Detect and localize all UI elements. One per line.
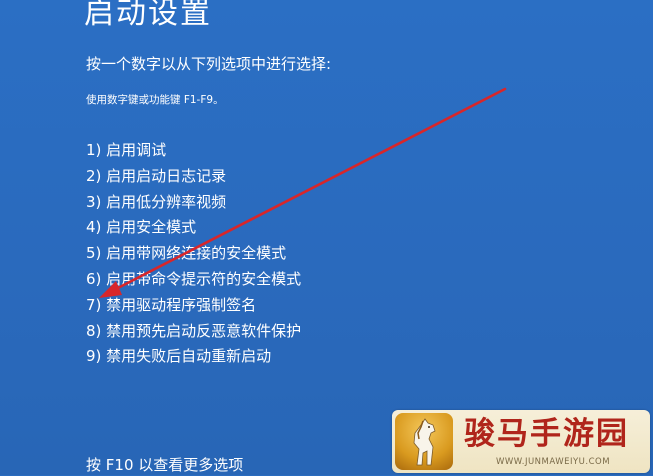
option-enable-low-resolution-video[interactable]: 3) 启用低分辨率视频 [86,190,301,216]
instruction-prompt: 按一个数字以从下列选项中进行选择: [86,55,332,73]
option-disable-early-launch-antimalware[interactable]: 8) 禁用预先启动反恶意软件保护 [86,319,301,345]
page-title: 启动设置 [84,0,212,31]
startup-options-list: 1) 启用调试 2) 启用启动日志记录 3) 启用低分辨率视频 4) 启用安全模… [86,138,301,370]
option-enable-safe-mode-command-prompt[interactable]: 6) 启用带命令提示符的安全模式 [86,267,301,293]
horse-logo-icon [395,413,453,470]
site-watermark: 骏马手游园 WWW.JUNMAWEIYU.COM [392,410,650,473]
option-enable-safe-mode[interactable]: 4) 启用安全模式 [86,215,301,241]
watermark-url: WWW.JUNMAWEIYU.COM [496,457,611,467]
option-disable-auto-restart-on-failure[interactable]: 9) 禁用失败后自动重新启动 [86,344,301,370]
instruction-hint: 使用数字键或功能键 F1-F9。 [86,94,224,106]
more-options-hint[interactable]: 按 F10 以查看更多选项 [86,454,243,476]
startup-settings-screen: 启动设置 按一个数字以从下列选项中进行选择: 使用数字键或功能键 F1-F9。 … [0,0,653,475]
option-disable-driver-signature-enforcement[interactable]: 7) 禁用驱动程序强制签名 [86,293,301,319]
option-enable-debugging[interactable]: 1) 启用调试 [86,138,301,164]
option-enable-boot-logging[interactable]: 2) 启用启动日志记录 [86,164,301,190]
watermark-title: 骏马手游园 [464,416,629,452]
option-enable-safe-mode-networking[interactable]: 5) 启用带网络连接的安全模式 [86,241,301,267]
